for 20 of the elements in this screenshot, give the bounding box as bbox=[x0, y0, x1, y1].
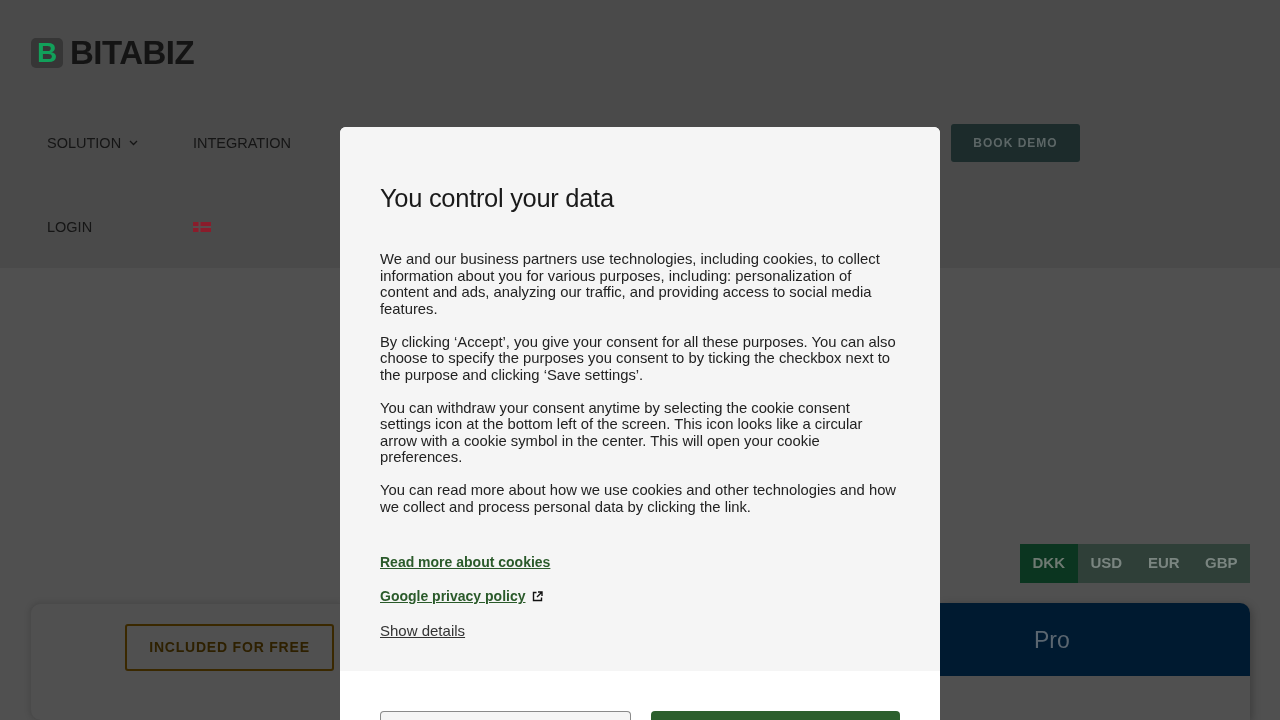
dialog-title: You control your data bbox=[380, 183, 614, 214]
book-demo-button[interactable]: BOOK DEMO bbox=[951, 124, 1080, 162]
currency-tab[interactable]: GBP bbox=[1192, 544, 1250, 583]
dialog-paragraph: You can withdraw your consent anytime by selecting the cookie consent settings icon at the bottom left of the screen. This icon looks like a circular arrow with a cookie symbol in the center. This will open your cookie preferences. bbox=[380, 399, 864, 466]
flag-icon bbox=[193, 222, 211, 232]
secondary-button[interactable] bbox=[380, 711, 631, 720]
currency-tab[interactable]: EUR bbox=[1135, 544, 1193, 583]
logo-mark[interactable]: B bbox=[31, 38, 63, 68]
cookies-link[interactable]: Read more about cookies bbox=[380, 553, 551, 572]
currency-tab[interactable]: USD bbox=[1077, 544, 1135, 583]
show-details-link[interactable]: Show details bbox=[380, 621, 466, 640]
plan-badge: INCLUDED FOR FREE bbox=[125, 624, 334, 671]
currency-tab[interactable]: DKK bbox=[1020, 544, 1078, 583]
dialog-paragraph: We and our business partners use technologies, including cookies, to collect information about you for various purposes, including: personalization of content and ads, analyzing our traffic, and providing access to social media features. bbox=[380, 251, 881, 317]
privacy-policy-link[interactable]: Google privacy policy bbox=[380, 587, 526, 606]
chevron-down-icon bbox=[129, 140, 139, 146]
dialog-paragraph: You can read more about how we use cookies and other technologies and how we collect and process personal data by clicking the link. bbox=[380, 482, 898, 515]
dialog-paragraph: By clicking ‘Accept’, you give your consent for all these purposes. You can also choose to specify the purposes you consent to by ticking the checkbox next to the purpose and clicking ‘Save settings’. bbox=[380, 333, 897, 383]
external-link-icon bbox=[531, 591, 543, 602]
plan-title: Pro bbox=[1034, 625, 1070, 654]
